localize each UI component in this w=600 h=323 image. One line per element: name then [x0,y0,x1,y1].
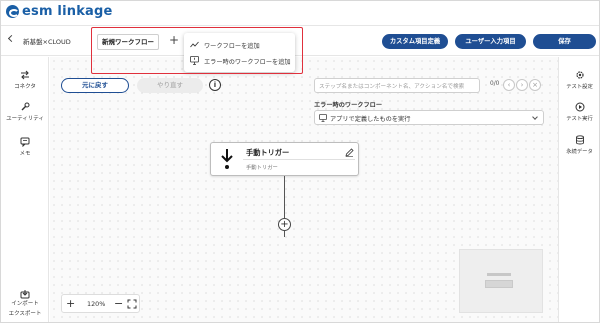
breadcrumb[interactable]: 新基盤×CLOUD [23,36,71,46]
brand-name: esm linkage [22,4,113,19]
sidebar-item-connector[interactable]: コネクタ [1,70,49,90]
database-icon [575,135,584,145]
down-arrow-trigger-icon [221,149,233,169]
sidebar-item-label: テスト設定 [566,84,593,90]
step-search-input[interactable]: ステップ名またはコンポーネント名、アクション名で検索 [314,78,480,93]
monitor-icon [319,114,327,122]
search-next-button[interactable]: › [516,79,528,91]
sidebar-item-label: インポート [11,301,39,307]
user-input-fields-button[interactable]: ユーザー入力項目 [455,34,526,49]
zoom-out-button[interactable]: − [114,297,123,310]
error-workflow-select[interactable]: アプリで定義したものを実行 [314,110,544,125]
minimap-node [487,273,511,276]
wrench-icon [21,102,30,111]
search-result-count: 0/0 [490,81,500,87]
sidebar-item-utility[interactable]: ユーティリティ [1,102,49,122]
add-workflow-menu: ワークフローを追加 エラー時のワークフローを追加 [184,33,295,72]
undo-button[interactable]: 元に戻す [61,78,129,93]
add-step-button[interactable]: + [278,218,291,231]
sidebar-item-test-settings[interactable]: テスト設定 [559,70,599,90]
right-sidebar: テスト設定 テスト実行 永続データ [558,57,599,322]
workflow-toolbar: 新基盤×CLOUD 新規ワークフロー + カスタム項目定義 ユーザー入力項目 保… [1,25,599,56]
sidebar-item-label: テスト実行 [566,116,593,122]
menu-item-add-error-workflow[interactable]: エラー時のワークフローを追加 [184,53,295,69]
gear-icon [575,71,584,79]
canvas-minimap[interactable] [459,249,543,313]
play-icon [575,102,584,112]
sidebar-item-import-export[interactable]: インポート エクスポート [1,289,49,319]
back-chevron-icon[interactable] [7,34,16,43]
left-sidebar: コネクタ ユーティリティ メモ インポート エクスポート [1,57,49,322]
sidebar-item-label: 永続データ [566,149,593,155]
manual-trigger-node[interactable]: 手動トリガー 手動トリガー [210,142,359,176]
sidebar-item-label: エクスポート [8,311,42,317]
sidebar-item-label: メモ [19,151,31,157]
search-prev-button[interactable]: ‹ [503,79,515,91]
menu-item-label: ワークフローを追加 [204,43,260,50]
sidebar-item-test-run[interactable]: テスト実行 [559,102,599,122]
esm-logo-icon [6,5,19,18]
add-tab-button[interactable]: + [169,33,179,47]
fit-view-icon[interactable] [127,299,137,309]
redo-button[interactable]: やり直す [137,78,203,93]
error-workflow-value: アプリで定義したものを実行 [330,116,411,123]
search-clear-button[interactable]: × [529,79,541,91]
workflow-line-icon [190,41,199,48]
error-workflow-label: エラー時のワークフロー [314,102,383,109]
menu-item-label: エラー時のワークフローを追加 [204,59,291,66]
flow-connector-line [284,176,285,218]
zoom-level: 120% [87,300,106,308]
edit-pencil-icon[interactable] [345,148,354,157]
tab-new-workflow[interactable]: 新規ワークフロー [97,34,159,50]
info-icon[interactable]: i [209,79,221,91]
memo-icon [20,137,30,147]
node-divider [243,159,355,160]
brand-bar: esm linkage [1,1,599,25]
error-workflow-icon [190,56,199,65]
sidebar-item-persistent-data[interactable]: 永続データ [559,135,599,155]
zoom-in-button[interactable]: + [66,297,75,310]
sidebar-item-label: コネクタ [14,84,36,90]
flow-connector-line [284,231,285,237]
node-title: 手動トリガー [246,148,290,157]
chevron-down-icon [532,114,538,120]
minimap-viewport [485,280,513,288]
connector-arrows-icon [21,70,29,80]
import-export-icon [20,290,30,299]
menu-item-add-workflow[interactable]: ワークフローを追加 [184,37,295,53]
sidebar-item-label: ユーティリティ [6,116,44,122]
node-subtitle: 手動トリガー [246,165,278,171]
save-button[interactable]: 保存 [533,34,596,49]
search-placeholder: ステップ名またはコンポーネント名、アクション名で検索 [319,84,465,90]
custom-fields-button[interactable]: カスタム項目定義 [382,34,448,49]
sidebar-item-memo[interactable]: メモ [1,137,49,157]
app-frame: esm linkage 新基盤×CLOUD 新規ワークフロー + カスタム項目定… [0,0,600,323]
zoom-controls: + 120% − [61,294,140,313]
